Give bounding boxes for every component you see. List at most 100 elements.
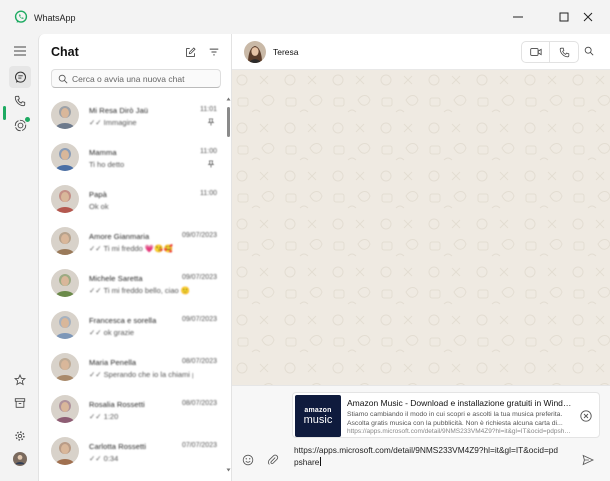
chat-list-item[interactable]: Michele Saretta 09/07/2023 ✓✓ Ti mi freddo…: [39, 264, 227, 306]
navigation-rail: [0, 34, 38, 481]
contact-photo: [244, 41, 266, 63]
contact-photo: [51, 227, 79, 255]
chat-list-item[interactable]: Amore Gianmaria 09/07/2023 ✓✓ Ti mi freddo…: [39, 222, 227, 264]
chat-last-message: ✓✓ ok grazie: [89, 328, 135, 337]
app-title: WhatsApp: [34, 13, 76, 23]
new-chat-button[interactable]: [183, 45, 197, 59]
filter-button[interactable]: [207, 45, 221, 59]
chat-avatar: [51, 101, 79, 129]
chat-avatar: [51, 185, 79, 213]
scrollbar-thumb[interactable]: [227, 107, 230, 137]
profile-avatar: [13, 452, 27, 466]
contact-avatar[interactable]: [244, 41, 266, 63]
contact-photo: [51, 395, 79, 423]
chat-avatar: [51, 395, 79, 423]
contact-name[interactable]: Teresa: [273, 47, 299, 57]
chat-avatar: [51, 353, 79, 381]
new-chat-icon: [185, 46, 196, 57]
chat-name: Mi Resa Dirò Jaü: [89, 106, 149, 115]
chat-list-title: Chat: [51, 45, 79, 59]
chat-list-item[interactable]: Mamma 11:00 Ti ho detto: [39, 138, 227, 180]
contact-photo: [51, 101, 79, 129]
chat-last-message: ✓✓ 1:20: [89, 412, 119, 421]
starred-button[interactable]: [9, 369, 31, 391]
archive-icon: [14, 398, 26, 408]
link-preview-description: Stiamo cambiando il modo in cui scopri e…: [347, 411, 563, 427]
chat-last-message: ✓✓ 0:34: [89, 454, 119, 463]
emoji-button[interactable]: [240, 452, 256, 468]
chat-list-item[interactable]: Carlotta Rossetti 07/07/2023 ✓✓ 0:34: [39, 432, 227, 474]
chat-name: Maria Penella: [89, 358, 137, 367]
minimize-button[interactable]: [495, 0, 541, 34]
chat-list-item[interactable]: Rosalia Rossetti 08/07/2023 ✓✓ 1:20: [39, 390, 227, 432]
chats-button[interactable]: [9, 66, 31, 88]
search-icon: [58, 74, 68, 83]
minimize-icon: [513, 16, 523, 18]
chat-avatar: [51, 143, 79, 171]
pin-icon: [207, 118, 215, 126]
settings-button[interactable]: [9, 425, 31, 447]
chat-avatar: [51, 311, 79, 339]
close-window-button[interactable]: [566, 0, 610, 34]
chats-icon: [14, 71, 26, 83]
close-icon[interactable]: [580, 410, 592, 422]
search-box[interactable]: [51, 69, 221, 88]
starred-icon: [14, 374, 26, 386]
attach-button[interactable]: [265, 452, 281, 468]
chat-avatar: [51, 227, 79, 255]
chat-name: Amore Gianmaria: [89, 232, 150, 241]
settings-icon: [15, 431, 25, 441]
chat-list-item[interactable]: Francesca e sorella 09/07/2023 ✓✓ ok grazi…: [39, 306, 227, 348]
send-button[interactable]: [580, 452, 596, 468]
chat-name: Carlotta Rossetti: [89, 442, 147, 451]
chat-time: 09/07/2023: [181, 316, 217, 323]
chat-last-message: ✓✓ Sperando che io la chiami presto: [89, 370, 193, 379]
voice-call-icon: [559, 47, 569, 57]
composer: amazon music Amazon Music - Download e i…: [232, 385, 610, 481]
status-unread-dot: [25, 117, 30, 122]
contact-photo: [51, 269, 79, 297]
video-call-button[interactable]: [522, 42, 551, 62]
emoji-icon: [242, 454, 254, 466]
chat-time: 11:00: [200, 190, 217, 197]
link-preview[interactable]: amazon music Amazon Music - Download e i…: [292, 392, 600, 438]
chat-list-scrollbar[interactable]: [226, 97, 231, 472]
chat-name: Mamma: [89, 148, 117, 157]
menu-icon: [14, 46, 26, 56]
calls-button[interactable]: [9, 90, 31, 112]
chat-avatar: [51, 437, 79, 465]
chat-list-panel: Chat Mi Resa Dirò Jaü 11:01 ✓✓ Immagine Mam…: [38, 34, 232, 481]
chat-list-item[interactable]: Papà 11:00 Ok ok: [39, 180, 227, 222]
message-input[interactable]: https://apps.microsoft.com/detail/9NMS23…: [294, 444, 562, 468]
preview-brand-top: amazon: [304, 406, 332, 414]
contact-photo: [51, 311, 79, 339]
profile-button[interactable]: [9, 448, 31, 470]
attach-icon: [267, 454, 279, 465]
archive-button[interactable]: [9, 392, 31, 414]
chat-time: 09/07/2023: [181, 274, 217, 281]
chat-list-item[interactable]: Mi Resa Dirò Jaü 11:01 ✓✓ Immagine: [39, 96, 227, 138]
call-buttons-group: [521, 41, 579, 63]
conversation-header[interactable]: Teresa: [232, 34, 610, 70]
close-icon: [583, 12, 593, 22]
chat-avatar: [51, 269, 79, 297]
search-messages-button[interactable]: [582, 44, 596, 58]
whatsapp-logo-icon: [14, 10, 28, 23]
chat-time: 07/07/2023: [181, 442, 217, 449]
search-input[interactable]: [72, 73, 212, 84]
chat-time: 08/07/2023: [181, 358, 217, 365]
link-preview-url: https://apps.microsoft.com/detail/9NMS23…: [347, 428, 573, 435]
voice-call-button[interactable]: [550, 42, 578, 62]
contact-photo: [51, 185, 79, 213]
chat-time: 08/07/2023: [181, 400, 217, 407]
active-indicator: [3, 106, 6, 120]
chat-wallpaper: [232, 70, 610, 385]
scroll-down-icon: [226, 468, 231, 472]
chat-list-item[interactable]: Maria Penella 08/07/2023 ✓✓ Sperando che i…: [39, 348, 227, 390]
calls-icon: [14, 95, 26, 107]
scroll-up-icon: [226, 97, 231, 101]
chat-last-message: ✓✓ Ti mi freddo 💗😘🥰: [89, 244, 173, 253]
contact-photo: [51, 437, 79, 465]
menu-button[interactable]: [9, 40, 31, 62]
conversation-panel: Teresa amazon music Amazon Music - Downl…: [232, 34, 610, 481]
